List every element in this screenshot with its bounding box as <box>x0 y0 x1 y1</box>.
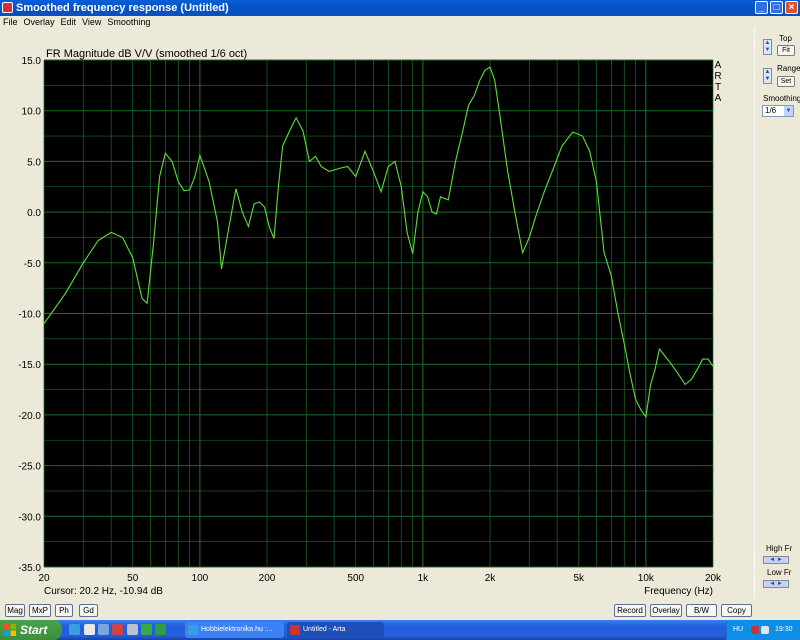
top-label: Top <box>779 34 792 43</box>
arta-watermark: ARTA <box>714 60 721 104</box>
close-button[interactable]: × <box>785 1 798 14</box>
x-tick-labels: 20 50 100 200 500 1k 2k 5k 10k 20k <box>38 573 722 584</box>
media-quicklaunch-icon[interactable] <box>84 624 95 635</box>
y-tick-label: -20.0 <box>18 411 41 422</box>
app-quicklaunch-icon[interactable] <box>112 624 123 635</box>
x-tick-label: 100 <box>192 573 209 584</box>
language-indicator[interactable]: HU <box>733 626 743 633</box>
y-tick-label: -5.0 <box>24 259 42 270</box>
gd-button[interactable]: Gd <box>79 604 98 617</box>
clock: 19:30 <box>775 626 793 633</box>
y-tick-label: 5.0 <box>27 157 41 168</box>
y-tick-label: 0.0 <box>27 208 41 219</box>
right-control-panel: ▲ ▼ Top Fit ▲ ▼ Range Set Smoothing 1/6 ▼ … <box>754 28 800 600</box>
smoothing-value: 1/6 <box>765 106 777 115</box>
y-tick-label: -30.0 <box>18 512 41 523</box>
x-tick-label: 2k <box>485 573 497 584</box>
windows-flag-icon <box>4 624 16 636</box>
ie-icon <box>188 625 198 635</box>
window-title: Smoothed frequency response (Untitled) <box>16 2 229 14</box>
range-label: Range <box>777 64 800 73</box>
range-spinner[interactable]: ▲ ▼ <box>763 68 772 84</box>
start-label: Start <box>20 623 48 637</box>
overlay-button[interactable]: Overlay <box>650 604 682 617</box>
y-tick-label: 15.0 <box>22 56 42 67</box>
x-tick-label: 500 <box>347 573 364 584</box>
x-tick-label: 20k <box>705 573 722 584</box>
ie-quicklaunch-icon[interactable] <box>69 624 80 635</box>
tool-quicklaunch-icon[interactable] <box>127 624 138 635</box>
y-tick-label: -15.0 <box>18 360 41 371</box>
excel-quicklaunch-icon[interactable] <box>141 624 152 635</box>
cursor-readout: Cursor: 20.2 Hz, -10.94 dB <box>44 586 163 597</box>
x-tick-label: 10k <box>638 573 655 584</box>
top-spinner[interactable]: ▲ ▼ <box>763 39 772 55</box>
frequency-response-chart[interactable]: 15.0 10.0 5.0 0.0 -5.0 -10.0 -15.0 -20.0 -25.0 -3… <box>0 28 754 600</box>
menu-overlay[interactable]: Overlay <box>21 16 58 28</box>
task-arta[interactable]: Untitled - Arta <box>287 622 384 638</box>
title-bar: Smoothed frequency response (Untitled) _… <box>0 0 800 16</box>
start-button[interactable]: Start <box>0 620 62 640</box>
maximize-button[interactable]: □ <box>770 1 783 14</box>
bottom-toolbar: Mag MxP Ph Gd Record Overlay B/W Copy <box>0 600 800 620</box>
high-fr-spinner[interactable]: ◄ ► <box>763 556 789 564</box>
high-fr-label: High Fr <box>766 544 793 553</box>
fit-button[interactable]: Fit <box>777 45 795 56</box>
smoothing-label: Smoothing <box>763 94 800 103</box>
low-fr-label: Low Fr <box>767 568 792 577</box>
record-button[interactable]: Record <box>614 604 646 617</box>
y-tick-label: -10.0 <box>18 310 41 321</box>
arta-icon <box>290 625 300 635</box>
x-tick-label: 200 <box>259 573 276 584</box>
menu-edit[interactable]: Edit <box>58 16 80 28</box>
minimize-button[interactable]: _ <box>755 1 768 14</box>
task-label: Hobbielektronika.hu :... <box>201 626 273 633</box>
y-tick-labels: 15.0 10.0 5.0 0.0 -5.0 -10.0 -15.0 -20.0 -25.0 -3… <box>18 56 41 574</box>
mxp-button[interactable]: MxP <box>29 604 51 617</box>
x-tick-label: 20 <box>38 573 50 584</box>
smoothing-select[interactable]: 1/6 ▼ <box>762 105 794 117</box>
grid-layer <box>43 59 714 568</box>
desktop-quicklaunch-icon[interactable] <box>98 624 109 635</box>
y-tick-label: 10.0 <box>22 107 42 118</box>
x-axis-label: Frequency (Hz) <box>644 586 713 597</box>
program-quicklaunch-icon[interactable] <box>155 624 166 635</box>
bw-button[interactable]: B/W <box>686 604 717 617</box>
x-tick-label: 1k <box>418 573 430 584</box>
system-tray: HU 19:30 <box>726 620 800 640</box>
app-icon <box>2 2 13 13</box>
tray-app-icon[interactable] <box>751 626 759 634</box>
low-fr-spinner[interactable]: ◄ ► <box>763 580 789 588</box>
taskbar: Start Hobbielektronika.hu :... Untitled … <box>0 620 800 640</box>
copy-button[interactable]: Copy <box>721 604 752 617</box>
menu-smoothing[interactable]: Smoothing <box>104 16 153 28</box>
y-tick-label: -25.0 <box>18 462 41 473</box>
task-label: Untitled - Arta <box>303 626 346 633</box>
task-hobbielektronika[interactable]: Hobbielektronika.hu :... <box>185 622 284 638</box>
menu-bar: File Overlay Edit View Smoothing <box>0 16 800 28</box>
x-tick-label: 5k <box>573 573 585 584</box>
mag-button[interactable]: Mag <box>5 604 25 617</box>
chevron-down-icon: ▼ <box>784 106 793 116</box>
set-button[interactable]: Set <box>777 76 795 87</box>
menu-view[interactable]: View <box>79 16 104 28</box>
x-tick-label: 50 <box>127 573 139 584</box>
ph-button[interactable]: Ph <box>55 604 73 617</box>
menu-file[interactable]: File <box>0 16 21 28</box>
volume-icon[interactable] <box>761 626 769 634</box>
chart-title: FR Magnitude dB V/V (smoothed 1/6 oct) <box>46 48 247 60</box>
